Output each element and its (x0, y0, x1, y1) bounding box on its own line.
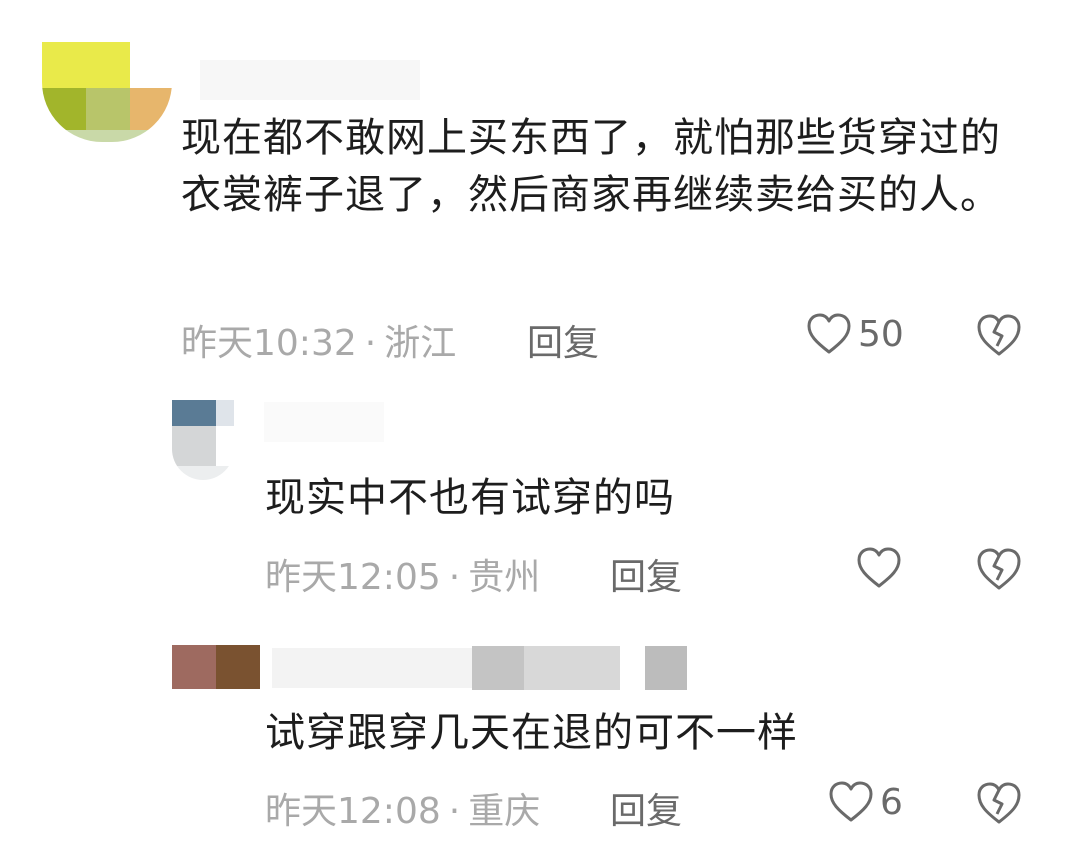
heart-outline-icon (856, 546, 902, 590)
comment-location: 重庆 (468, 791, 541, 832)
broken-heart-icon (975, 546, 1023, 592)
dislike-button[interactable] (975, 546, 1023, 592)
avatar[interactable] (42, 42, 172, 142)
dislike-button[interactable] (975, 312, 1023, 358)
reply-button[interactable]: 回复 (610, 548, 682, 600)
comment-1: 现在都不敢网上买东西了，就怕那些货穿过的衣裳裤子退了，然后商家再继续卖给买的人。… (0, 0, 1080, 380)
comment-2: 现实中不也有试穿的吗 昨天12:05 · 贵州 回复 (0, 380, 1080, 630)
broken-heart-icon (975, 780, 1023, 826)
comment-meta: 昨天12:08 · 重庆 (265, 782, 540, 834)
separator-dot: · (448, 557, 461, 598)
avatar[interactable] (172, 645, 260, 689)
username-redacted-2[interactable] (472, 646, 524, 690)
comment-meta: 昨天12:05 · 贵州 (265, 548, 540, 600)
separator-dot: · (448, 791, 461, 832)
dislike-button[interactable] (975, 780, 1023, 826)
like-count: 6 (880, 781, 903, 823)
comment-text: 试穿跟穿几天在退的可不一样 (265, 710, 798, 756)
username-redacted[interactable] (264, 402, 384, 442)
comment-3: 试穿跟穿几天在退的可不一样 昨天12:08 · 重庆 回复 6 (0, 630, 1080, 858)
like-count: 50 (858, 313, 904, 355)
username-redacted-3[interactable] (524, 646, 620, 690)
comment-text: 现在都不敢网上买东西了，就怕那些货穿过的衣裳裤子退了，然后商家再继续卖给买的人。 (181, 115, 1001, 218)
comment-time: 昨天12:05 (265, 557, 441, 598)
separator-dot: · (364, 323, 377, 364)
heart-outline-icon (828, 780, 874, 824)
like-button[interactable]: 50 (806, 312, 904, 356)
username-redacted[interactable] (272, 648, 472, 688)
comment-text: 现实中不也有试穿的吗 (265, 475, 675, 521)
avatar[interactable] (172, 400, 234, 480)
comment-meta: 昨天10:32 · 浙江 (181, 314, 456, 366)
reply-button[interactable]: 回复 (527, 314, 599, 366)
like-button[interactable]: 6 (828, 780, 903, 824)
comment-location: 贵州 (468, 557, 541, 598)
broken-heart-icon (975, 312, 1023, 358)
username-redacted[interactable] (200, 60, 420, 100)
comment-location: 浙江 (384, 323, 457, 364)
like-button[interactable] (856, 546, 908, 590)
reply-button[interactable]: 回复 (610, 782, 682, 834)
heart-outline-icon (806, 312, 852, 356)
comment-time: 昨天12:08 (265, 791, 441, 832)
comment-time: 昨天10:32 (181, 323, 357, 364)
username-redacted-4[interactable] (645, 646, 687, 690)
